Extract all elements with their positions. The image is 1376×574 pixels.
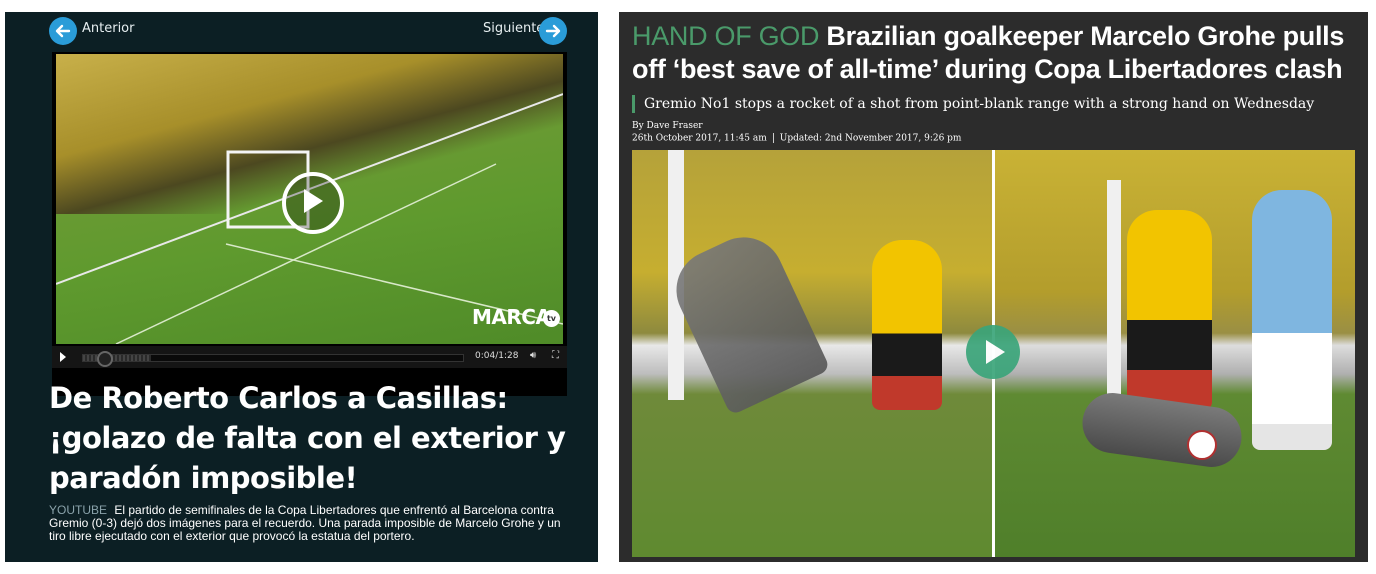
date-separator <box>772 133 774 143</box>
description-text: El partido de semifinales de la Copa Lib… <box>49 503 561 543</box>
updated-date: Updated: 2nd November 2017, 9:26 pm <box>779 133 962 144</box>
next-label[interactable]: Siguiente <box>483 21 544 36</box>
video-play-button[interactable] <box>282 172 344 234</box>
arrow-right-icon <box>545 24 561 38</box>
video-player[interactable]: MARCA tv 0:04/1:28 🔊︎ ⛶ <box>52 52 567 396</box>
thumbnail-play-button[interactable] <box>966 325 1020 379</box>
video-progress-bar[interactable] <box>82 351 464 367</box>
marca-tv-badge: tv <box>543 310 560 327</box>
article-dates: 26th October 2017, 11:45 am Updated: 2nd … <box>632 133 961 144</box>
progress-handle[interactable] <box>97 351 113 367</box>
video-controls: 0:04/1:28 🔊︎ ⛶ <box>52 346 567 368</box>
article-standfirst: Gremio No1 stops a rocket of a shot from… <box>632 95 1374 113</box>
volume-icon[interactable]: 🔊︎ <box>530 350 536 361</box>
article-headline[interactable]: HAND OF GOD Brazilian goalkeeper Marcelo… <box>632 20 1362 86</box>
arrow-left-icon <box>55 24 71 38</box>
article-description: YOUTUBE El partido de semifinales de la … <box>49 504 569 543</box>
sun-panel: HAND OF GOD Brazilian goalkeeper Marcelo… <box>619 12 1368 562</box>
play-icon <box>986 340 1005 364</box>
article-title[interactable]: De Roberto Carlos a Casillas: ¡golazo de… <box>49 378 589 498</box>
marca-panel: Anterior Siguiente MARCA tv 0:04/1:28 🔊︎… <box>5 12 598 562</box>
video-time: 0:04/1:28 <box>475 351 519 361</box>
play-icon <box>304 189 323 213</box>
football <box>1187 430 1217 460</box>
video-frame[interactable]: MARCA tv <box>56 54 563 344</box>
published-date: 26th October 2017, 11:45 am <box>632 133 767 144</box>
player-yellow <box>1127 210 1212 410</box>
marca-logo: MARCA <box>472 305 551 329</box>
player-blue <box>1252 190 1332 450</box>
previous-label[interactable]: Anterior <box>82 21 134 36</box>
striker-yellow <box>872 240 942 410</box>
next-button[interactable] <box>539 17 567 45</box>
headline-kicker: HAND OF GOD <box>632 21 820 51</box>
article-video-thumbnail[interactable] <box>632 150 1355 557</box>
source-tag: YOUTUBE <box>49 503 108 517</box>
fullscreen-icon[interactable]: ⛶ <box>552 350 559 361</box>
control-play-icon[interactable] <box>60 352 66 362</box>
article-byline: By Dave Fraser <box>632 121 703 131</box>
goal-post-right <box>1107 180 1121 420</box>
previous-button[interactable] <box>49 17 77 45</box>
progress-fill <box>83 355 152 361</box>
